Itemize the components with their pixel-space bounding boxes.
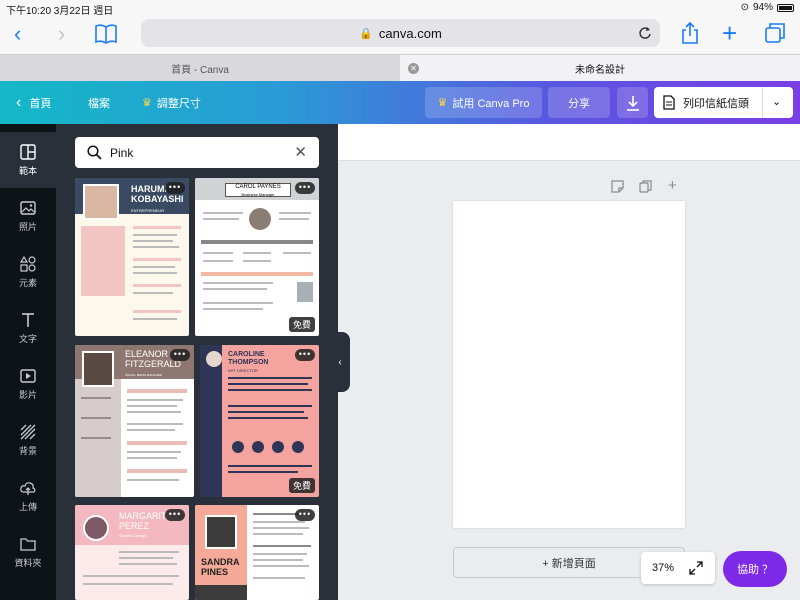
- clear-search-icon[interactable]: ✕: [294, 143, 307, 161]
- portrait-photo: [82, 351, 114, 387]
- crown-icon: ♛: [142, 97, 152, 109]
- share-button[interactable]: 分享: [548, 87, 610, 118]
- free-badge: 免費: [288, 317, 315, 332]
- sidebar-item-elements[interactable]: 元素: [0, 244, 56, 300]
- status-time-date: 下午10:20 3月22日 週日: [6, 6, 114, 17]
- print-letterhead-button[interactable]: 列印信紙信頭 ⌄: [654, 87, 793, 118]
- bookmarks-icon[interactable]: [94, 24, 118, 44]
- note-icon[interactable]: [611, 180, 624, 193]
- status-bar: 下午10:20 3月22日 週日 ⊙ 94%: [0, 0, 800, 17]
- more-options-icon[interactable]: •••: [295, 509, 315, 521]
- forward-icon[interactable]: ›: [58, 23, 65, 45]
- video-icon: [20, 368, 36, 383]
- sidebar-item-templates[interactable]: 範本: [0, 132, 56, 188]
- search-icon: [87, 145, 102, 160]
- free-badge: 免費: [288, 478, 315, 493]
- download-button[interactable]: [617, 87, 648, 118]
- sidebar-item-upload[interactable]: 上傳: [0, 468, 56, 524]
- elements-icon: [20, 255, 36, 272]
- close-tab-icon[interactable]: ✕: [408, 63, 419, 74]
- text-icon: [22, 312, 34, 327]
- download-icon: [626, 95, 639, 111]
- more-options-icon[interactable]: •••: [165, 509, 185, 521]
- chevron-down-icon[interactable]: ⌄: [772, 95, 781, 108]
- more-options-icon[interactable]: •••: [295, 182, 315, 194]
- collapse-panel-button[interactable]: ‹: [330, 332, 350, 392]
- more-options-icon[interactable]: •••: [165, 182, 185, 194]
- templates-panel: Pink ✕ HARUMI KOBAYASHI ENTREPRENEUR •••…: [56, 124, 338, 600]
- side-rail: 範本 照片 元素 文字 影片 背景 上傳 資料夾: [0, 124, 56, 600]
- portrait-photo: [206, 351, 222, 367]
- home-button[interactable]: ‹ 首頁: [16, 81, 51, 124]
- search-input[interactable]: Pink: [110, 146, 133, 160]
- tab-home-label: 首頁 - Canva: [171, 65, 229, 76]
- browser-toolbar: ‹ › 🔒 canva.com +: [0, 16, 800, 54]
- chevron-left-icon: ‹: [338, 356, 342, 368]
- sidebar-item-photos[interactable]: 照片: [0, 188, 56, 244]
- back-icon[interactable]: ‹: [14, 23, 21, 45]
- tab-design-label: 未命名設計: [575, 65, 625, 76]
- template-icon: [20, 143, 36, 160]
- sidebar-item-folders[interactable]: 資料夾: [0, 524, 56, 580]
- folder-icon: [20, 537, 36, 551]
- sidebar-item-videos[interactable]: 影片: [0, 356, 56, 412]
- duplicate-page-icon[interactable]: [639, 180, 652, 193]
- fullscreen-icon[interactable]: [689, 561, 703, 575]
- template-card[interactable]: CAROLINE THOMPSON ART DIRECTOR ••• 免費: [200, 345, 319, 497]
- more-options-icon[interactable]: •••: [170, 349, 190, 361]
- url-bar[interactable]: 🔒 canva.com: [141, 19, 660, 47]
- share-icon[interactable]: [681, 21, 699, 45]
- zoom-control[interactable]: 37%: [641, 552, 715, 584]
- tab-home[interactable]: 首頁 - Canva: [0, 55, 400, 82]
- help-button[interactable]: 協助 ？: [723, 551, 787, 587]
- upload-icon: [20, 481, 36, 495]
- template-card[interactable]: MARGARITA PEREZ Graphic Design •••: [75, 505, 189, 600]
- more-options-icon[interactable]: •••: [295, 349, 315, 361]
- portrait-photo: [205, 515, 237, 549]
- portrait-photo: [83, 515, 109, 541]
- try-pro-button[interactable]: ♛ 試用 Canva Pro: [425, 87, 542, 118]
- portrait-photo: [83, 184, 119, 220]
- document-icon: [663, 95, 675, 110]
- battery-icon: [777, 3, 794, 12]
- background-icon: [20, 424, 36, 439]
- browser-tabs: 首頁 - Canva ✕ 未命名設計: [0, 54, 800, 82]
- sidebar-item-text[interactable]: 文字: [0, 300, 56, 356]
- add-page-icon[interactable]: +: [668, 177, 677, 194]
- url-text: canva.com: [378, 25, 442, 41]
- photo-icon: [20, 200, 36, 215]
- tabs-overview-icon[interactable]: [764, 22, 786, 44]
- lock-icon: 🔒: [359, 27, 373, 40]
- resize-button[interactable]: ♛ 調整尺寸: [142, 81, 201, 124]
- workspace-toolbar: [338, 124, 800, 161]
- battery-percent: 94%: [752, 2, 773, 13]
- chevron-left-icon: ‹: [16, 93, 22, 111]
- template-card[interactable]: HARUMI KOBAYASHI ENTREPRENEUR •••: [75, 178, 189, 336]
- reload-icon[interactable]: [638, 26, 652, 40]
- template-card[interactable]: CAROL PAYNES Business Manager ••• 免費: [195, 178, 319, 336]
- tab-design[interactable]: ✕ 未命名設計: [400, 55, 800, 82]
- sidebar-item-background[interactable]: 背景: [0, 412, 56, 468]
- design-page[interactable]: [453, 201, 685, 528]
- orientation-lock-icon: ⊙: [740, 2, 749, 13]
- file-menu-button[interactable]: 檔案: [88, 81, 110, 124]
- new-tab-icon[interactable]: +: [722, 20, 737, 46]
- zoom-level: 37%: [652, 562, 675, 574]
- template-card[interactable]: SANDRA PINES •••: [195, 505, 319, 600]
- template-card[interactable]: ELEANOR FITZGERALD SOCIAL MEDIA MANAGER …: [75, 345, 194, 497]
- portrait-photo: [249, 208, 271, 230]
- crown-icon: ♛: [437, 97, 448, 109]
- template-search[interactable]: Pink ✕: [75, 137, 319, 168]
- editor-header: ‹ 首頁 檔案 ♛ 調整尺寸 ♛ 試用 Canva Pro 分享 列印信紙信頭 …: [0, 81, 800, 124]
